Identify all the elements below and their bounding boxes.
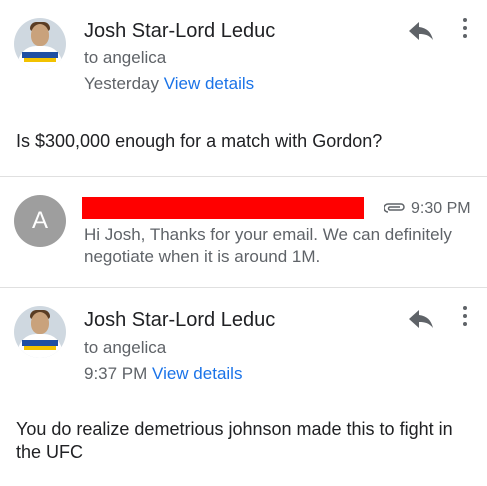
message-time: 9:30 PM: [411, 200, 471, 217]
more-vert-icon[interactable]: [462, 18, 468, 40]
redacted-sender: [82, 197, 364, 219]
message-snippet: Hi Josh, Thanks for your email. We can d…: [84, 225, 452, 266]
sender-name[interactable]: Josh Star-Lord Leduc: [84, 309, 275, 332]
recipient-line: to angelica: [84, 338, 167, 357]
sender-name[interactable]: Josh Star-Lord Leduc: [84, 20, 275, 43]
message-1: Josh Star-Lord Leduc to angelica Yesterd…: [0, 0, 487, 170]
time-details-line: 9:37 PM View details: [84, 364, 242, 384]
view-details-link[interactable]: View details: [164, 74, 254, 93]
reply-icon[interactable]: [408, 20, 434, 42]
time-details-line: Yesterday View details: [84, 74, 254, 94]
reply-icon[interactable]: [408, 308, 434, 330]
paperclip-icon: [384, 203, 405, 213]
view-details-link[interactable]: View details: [152, 364, 242, 383]
sender-avatar[interactable]: [14, 306, 66, 358]
message-3: Josh Star-Lord Leduc to angelica 9:37 PM…: [0, 288, 487, 486]
message-body: Is $300,000 enough for a match with Gord…: [16, 131, 383, 151]
message-body: You do realize demetrious johnson made t…: [16, 419, 453, 462]
message-2[interactable]: A 9:30 PM Hi Josh, Thanks for your email…: [0, 177, 487, 285]
message-time: Yesterday: [84, 74, 159, 93]
more-vert-icon[interactable]: [462, 306, 468, 328]
sender-avatar[interactable]: A: [14, 195, 66, 247]
message-time: 9:37 PM: [84, 364, 148, 383]
sender-avatar[interactable]: [14, 18, 66, 70]
recipient-line: to angelica: [84, 48, 167, 67]
